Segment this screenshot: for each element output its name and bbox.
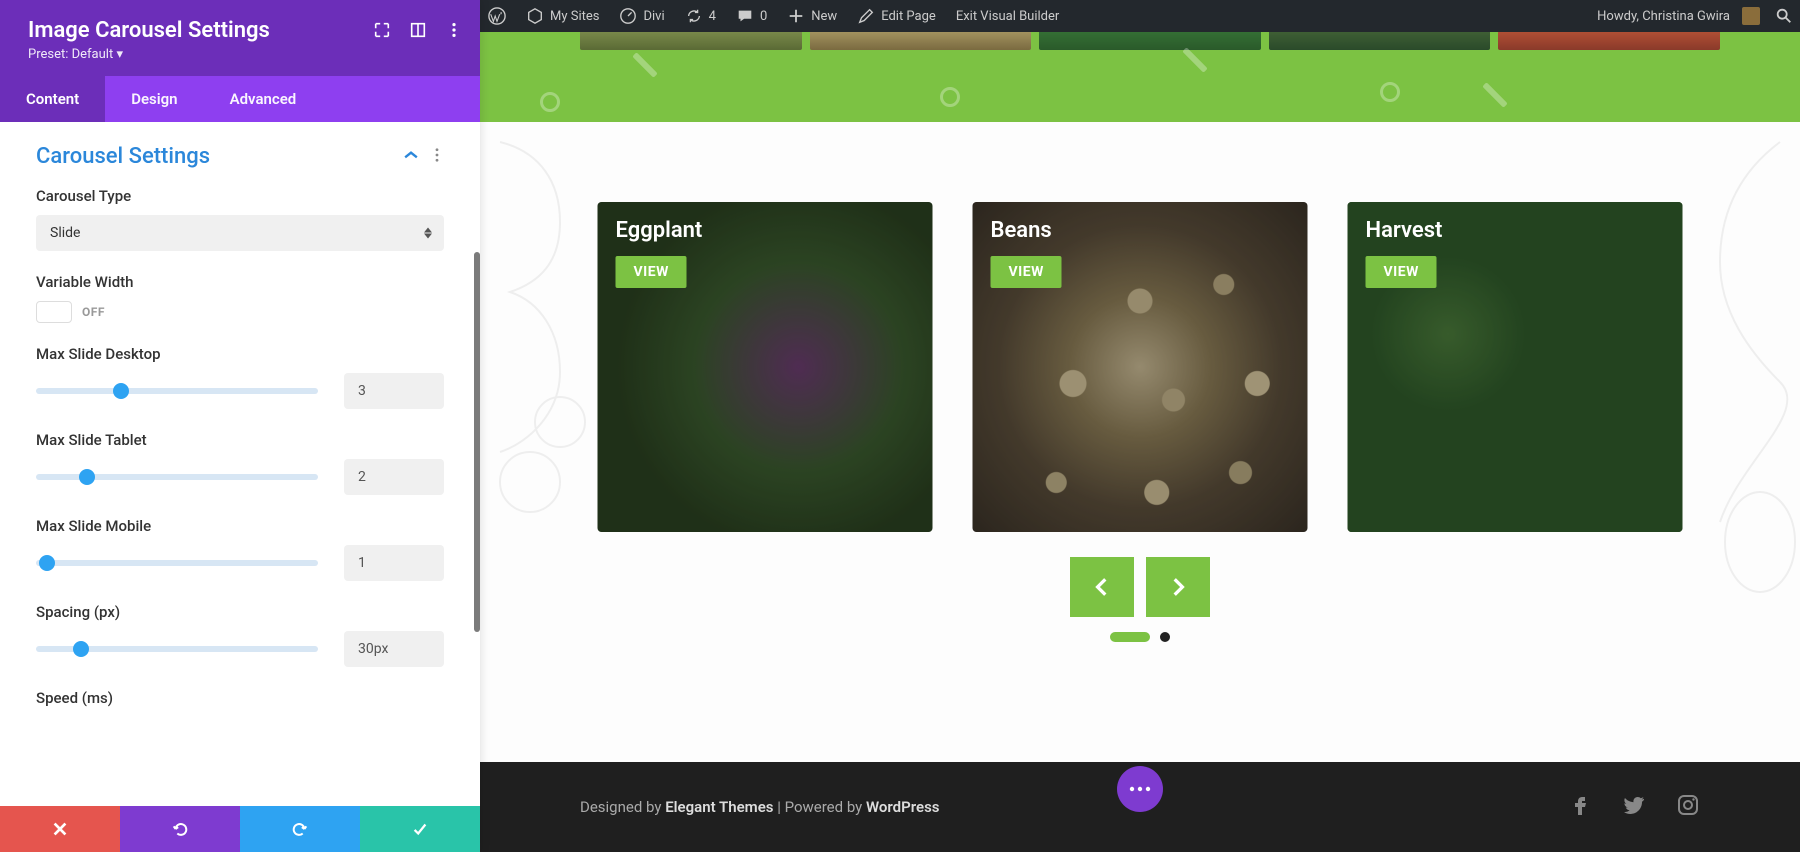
next-button[interactable]	[1146, 557, 1210, 617]
max-tablet-slider[interactable]	[36, 474, 318, 480]
carousel-nav	[1070, 557, 1210, 617]
prev-button[interactable]	[1070, 557, 1134, 617]
tab-advanced[interactable]: Advanced	[204, 76, 323, 122]
toggle-state-text: OFF	[82, 305, 105, 319]
variable-width-label: Variable Width	[36, 273, 444, 291]
dot-active[interactable]	[1110, 632, 1150, 642]
twitter-icon[interactable]	[1622, 793, 1646, 821]
dashboard-icon	[619, 7, 637, 25]
save-button[interactable]	[360, 806, 480, 852]
pencil-icon	[857, 7, 875, 25]
panel-header: Image Carousel Settings Preset: Default …	[0, 0, 480, 76]
wp-logo[interactable]	[480, 0, 514, 32]
max-mobile-slider[interactable]	[36, 560, 318, 566]
exit-vb-link[interactable]: Exit Visual Builder	[948, 0, 1067, 32]
comments-count: 0	[760, 9, 767, 24]
howdy-link[interactable]: Howdy, Christina Gwira	[1589, 0, 1768, 32]
slider-thumb[interactable]	[39, 555, 55, 571]
dot[interactable]	[1160, 632, 1170, 642]
max-desktop-input[interactable]	[344, 373, 444, 409]
comment-icon	[736, 7, 754, 25]
slider-thumb[interactable]	[79, 469, 95, 485]
view-button[interactable]: VIEW	[1366, 256, 1437, 288]
max-tablet-input[interactable]	[344, 459, 444, 495]
plus-icon	[787, 7, 805, 25]
howdy-text: Howdy, Christina Gwira	[1597, 9, 1730, 24]
card-title: Beans	[991, 218, 1052, 243]
card-image	[1348, 202, 1683, 532]
card-image	[973, 202, 1308, 532]
footer-credit: Designed by Elegant Themes | Powered by …	[580, 798, 940, 816]
kebab-icon[interactable]	[430, 147, 444, 166]
updates-count: 4	[709, 9, 716, 24]
site-name-link[interactable]: Divi	[611, 0, 672, 32]
wordpress-icon	[488, 7, 506, 25]
panel-preset[interactable]: Preset: Default ▾	[28, 47, 452, 62]
carousel-type-label: Carousel Type	[36, 187, 444, 205]
spacing-input[interactable]	[344, 631, 444, 667]
redo-button[interactable]	[240, 806, 360, 852]
expand-icon[interactable]	[372, 20, 392, 40]
hero-band	[480, 32, 1800, 122]
cancel-button[interactable]	[0, 806, 120, 852]
section-header[interactable]: Carousel Settings	[36, 144, 444, 169]
max-tablet-label: Max Slide Tablet	[36, 431, 444, 449]
carousel-cards: Eggplant VIEW Beans VIEW Harvest VIEW	[598, 202, 1683, 532]
site-name-label: Divi	[643, 9, 664, 24]
new-link[interactable]: New	[779, 0, 845, 32]
my-sites-label: My Sites	[550, 9, 599, 24]
max-mobile-label: Max Slide Mobile	[36, 517, 444, 535]
new-label: New	[811, 9, 837, 24]
carousel-card[interactable]: Eggplant VIEW	[598, 202, 933, 532]
tab-content[interactable]: Content	[0, 76, 105, 122]
page-preview: Eggplant VIEW Beans VIEW Harvest VIEW De…	[480, 32, 1800, 852]
columns-icon[interactable]	[408, 20, 428, 40]
card-title: Harvest	[1366, 218, 1443, 243]
slider-thumb[interactable]	[73, 641, 89, 657]
edit-page-label: Edit Page	[881, 9, 936, 24]
slider-thumb[interactable]	[113, 383, 129, 399]
spacing-label: Spacing (px)	[36, 603, 444, 621]
comments-link[interactable]: 0	[728, 0, 775, 32]
carousel-dots	[1110, 632, 1170, 642]
instagram-icon[interactable]	[1676, 793, 1700, 821]
kebab-icon[interactable]	[444, 20, 464, 40]
divi-fab[interactable]	[1117, 766, 1163, 812]
panel-body: Carousel Settings Carousel Type Slide Va…	[0, 122, 480, 806]
avatar	[1742, 7, 1760, 25]
panel-footer	[0, 806, 480, 852]
carousel-card[interactable]: Harvest VIEW	[1348, 202, 1683, 532]
edit-page-link[interactable]: Edit Page	[849, 0, 944, 32]
chevron-up-icon[interactable]	[404, 147, 418, 166]
max-desktop-label: Max Slide Desktop	[36, 345, 444, 363]
refresh-icon	[685, 7, 703, 25]
undo-button[interactable]	[120, 806, 240, 852]
carousel-type-select[interactable]: Slide	[36, 215, 444, 251]
spacing-slider[interactable]	[36, 646, 318, 652]
view-button[interactable]: VIEW	[616, 256, 687, 288]
tab-design[interactable]: Design	[105, 76, 203, 122]
view-button[interactable]: VIEW	[991, 256, 1062, 288]
admin-search-button[interactable]	[1768, 0, 1800, 32]
card-image	[598, 202, 933, 532]
panel-tabs: Content Design Advanced	[0, 76, 480, 122]
wp-admin-bar: My Sites Divi 4 0 New Edit Page Exit Vis…	[480, 0, 1800, 32]
card-title: Eggplant	[616, 218, 703, 243]
chevron-down-icon: ▾	[116, 47, 123, 62]
max-mobile-input[interactable]	[344, 545, 444, 581]
network-icon	[526, 7, 544, 25]
scrollbar[interactable]	[474, 252, 480, 632]
facebook-icon[interactable]	[1568, 793, 1592, 821]
carousel-card[interactable]: Beans VIEW	[973, 202, 1308, 532]
exit-vb-label: Exit Visual Builder	[956, 9, 1059, 24]
variable-width-toggle[interactable]	[36, 301, 72, 323]
updates-link[interactable]: 4	[677, 0, 724, 32]
settings-panel: Image Carousel Settings Preset: Default …	[0, 0, 480, 852]
max-desktop-slider[interactable]	[36, 388, 318, 394]
my-sites-link[interactable]: My Sites	[518, 0, 607, 32]
section-title: Carousel Settings	[36, 144, 210, 169]
speed-label: Speed (ms)	[36, 689, 444, 707]
